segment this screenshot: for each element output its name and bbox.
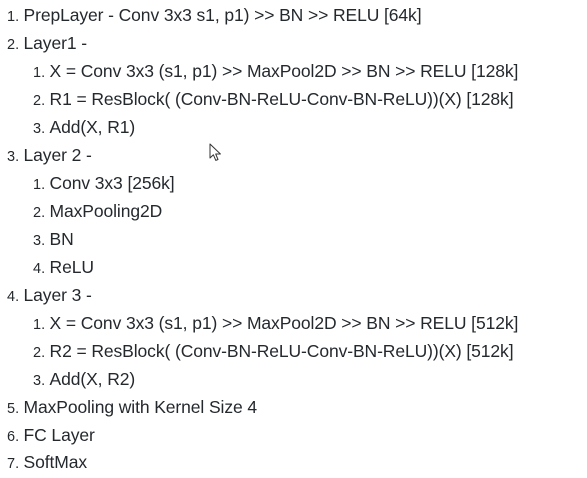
list-item: 1. PrepLayer - Conv 3x3 s1, p1) >> BN >>… xyxy=(7,1,422,29)
list-item: 7. SoftMax xyxy=(7,448,87,476)
list-item-number: 2. xyxy=(7,37,20,53)
list-item-number: 3. xyxy=(7,149,20,165)
nested-list-item: 3. Add(X, R2) xyxy=(33,365,135,393)
nested-list-item: 3. BN xyxy=(33,225,74,253)
list-item: 2. Layer1 - xyxy=(7,29,87,57)
list-item-text: R1 = ResBlock( (Conv-BN-ReLU-Conv-BN-ReL… xyxy=(49,89,514,109)
list-item-number: 3. xyxy=(33,121,46,137)
list-item-text: SoftMax xyxy=(23,452,88,472)
nested-list-item: 1. X = Conv 3x3 (s1, p1) >> MaxPool2D >>… xyxy=(33,57,518,85)
list-item-number: 2. xyxy=(33,345,46,361)
list-item-number: 7. xyxy=(7,456,20,472)
list-item-text: X = Conv 3x3 (s1, p1) >> MaxPool2D >> BN… xyxy=(49,61,519,81)
nested-list-item: 2. R2 = ResBlock( (Conv-BN-ReLU-Conv-BN-… xyxy=(33,337,514,365)
list-item-number: 4. xyxy=(33,261,46,277)
nested-list-item: 3. Add(X, R1) xyxy=(33,113,135,141)
list-item-number: 3. xyxy=(33,233,46,249)
nested-list-item: 2. MaxPooling2D xyxy=(33,197,162,225)
list-item-text: Add(X, R1) xyxy=(49,117,136,137)
list-item-text: Layer 3 - xyxy=(23,285,92,305)
nested-list-item: 1. Conv 3x3 [256k] xyxy=(33,169,175,197)
mouse-pointer-icon xyxy=(209,143,221,161)
list-item-text: PrepLayer - Conv 3x3 s1, p1) >> BN >> RE… xyxy=(23,5,422,25)
list-item-text: Conv 3x3 [256k] xyxy=(49,173,175,193)
list-item-number: 6. xyxy=(7,429,20,445)
nested-list-item: 4. ReLU xyxy=(33,253,94,281)
list-item-number: 1. xyxy=(33,317,46,333)
list-item-text: Add(X, R2) xyxy=(49,369,136,389)
list-item-text: ReLU xyxy=(49,257,94,277)
list-item-text: X = Conv 3x3 (s1, p1) >> MaxPool2D >> BN… xyxy=(49,313,519,333)
list-item-number: 4. xyxy=(7,289,20,305)
list-item: 4. Layer 3 - xyxy=(7,281,92,309)
list-item-number: 2. xyxy=(33,205,46,221)
list-item-text: MaxPooling2D xyxy=(49,201,163,221)
list-item-number: 1. xyxy=(33,177,46,193)
nested-list-item: 1. X = Conv 3x3 (s1, p1) >> MaxPool2D >>… xyxy=(33,309,518,337)
list-item-number: 3. xyxy=(33,373,46,389)
list-item-number: 1. xyxy=(7,9,20,25)
list-item-number: 1. xyxy=(33,65,46,81)
nested-list-item: 2. R1 = ResBlock( (Conv-BN-ReLU-Conv-BN-… xyxy=(33,85,514,113)
list-item-number: 5. xyxy=(7,401,20,417)
list-item: 5. MaxPooling with Kernel Size 4 xyxy=(7,393,257,421)
list-item-text: R2 = ResBlock( (Conv-BN-ReLU-Conv-BN-ReL… xyxy=(49,341,514,361)
list-item-text: Layer1 - xyxy=(23,33,88,53)
list-item: 6. FC Layer xyxy=(7,421,95,449)
list-item: 3. Layer 2 - xyxy=(7,141,92,169)
list-item-number: 2. xyxy=(33,93,46,109)
list-item-text: FC Layer xyxy=(23,425,95,445)
list-item-text: BN xyxy=(49,229,74,249)
list-item-text: Layer 2 - xyxy=(23,145,92,165)
list-item-text: MaxPooling with Kernel Size 4 xyxy=(23,397,258,417)
